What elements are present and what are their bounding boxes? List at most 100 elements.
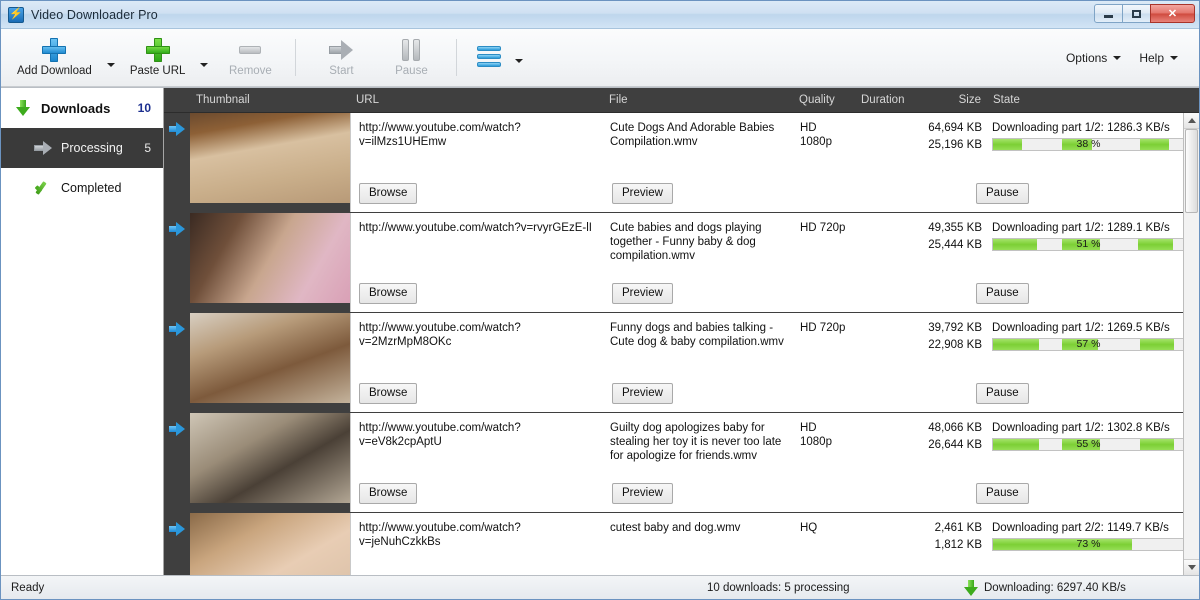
table-row[interactable]: http://www.youtube.com/watch?v=eV8k2cpAp…: [164, 413, 1183, 513]
table-row[interactable]: http://www.youtube.com/watch?v=jeNuhCzkk…: [164, 513, 1183, 575]
row-status-gutter: [164, 313, 190, 412]
paste-url-button[interactable]: Paste URL: [122, 29, 194, 86]
row-status-gutter: [164, 213, 190, 312]
help-menu[interactable]: Help: [1130, 47, 1187, 69]
add-download-button[interactable]: Add Download: [9, 29, 100, 86]
cell-quality: HD 720p: [800, 222, 846, 234]
paste-url-label: Paste URL: [129, 65, 186, 77]
browse-button[interactable]: Browse: [359, 283, 418, 304]
chevron-down-icon: [106, 63, 115, 67]
thumbnail-cell[interactable]: [190, 113, 350, 212]
plus-green-icon: [145, 37, 170, 63]
header-quality[interactable]: Quality: [793, 94, 855, 106]
status-speed: Downloading: 6297.40 KB/s: [984, 581, 1126, 594]
cell-quality: HD 1080p: [800, 122, 832, 148]
header-thumbnail[interactable]: Thumbnail: [190, 94, 350, 106]
progress-bar: 55 %: [992, 438, 1183, 451]
scroll-down-button[interactable]: [1184, 559, 1199, 575]
preview-button[interactable]: Preview: [612, 183, 673, 204]
state-text: Downloading part 2/2: 1149.7 KB/s: [992, 522, 1169, 534]
preview-button[interactable]: Preview: [612, 483, 673, 504]
table-row[interactable]: http://www.youtube.com/watch?v=rvyrGEzE-…: [164, 213, 1183, 313]
row-details: http://www.youtube.com/watch?v=ilMzs1UHE…: [350, 113, 1183, 212]
header-file[interactable]: File: [603, 94, 793, 106]
view-list-button[interactable]: [467, 29, 511, 86]
view-list-dropdown[interactable]: [511, 29, 527, 86]
right-arrow-icon: [169, 422, 185, 436]
pause-button: Pause: [376, 29, 446, 86]
vertical-scrollbar[interactable]: [1183, 113, 1199, 575]
preview-button[interactable]: Preview: [612, 283, 673, 304]
status-downloads-info: 10 downloads: 5 processing: [707, 581, 850, 594]
table-row[interactable]: http://www.youtube.com/watch?v=2MzrMpM8O…: [164, 313, 1183, 413]
sidebar-item-downloads-count: 10: [137, 101, 151, 115]
progress-bar: 73 %: [992, 538, 1183, 551]
sidebar-item-processing-label: Processing: [61, 141, 123, 155]
minimize-button[interactable]: [1094, 4, 1123, 23]
scroll-track[interactable]: [1184, 129, 1199, 559]
cell-quality: HQ: [800, 522, 818, 534]
state-text: Downloading part 1/2: 1269.5 KB/s: [992, 322, 1170, 334]
download-arrow-icon: [11, 100, 35, 116]
scroll-thumb[interactable]: [1185, 129, 1198, 213]
sidebar-item-processing[interactable]: Processing 5: [1, 128, 163, 168]
row-pause-button[interactable]: Pause: [976, 383, 1029, 404]
browse-button[interactable]: Browse: [359, 383, 418, 404]
right-arrow-icon: [31, 141, 55, 155]
size-downloaded: 26,644 KB: [928, 439, 982, 451]
row-details: http://www.youtube.com/watch?v=jeNuhCzkk…: [350, 513, 1183, 575]
thumbnail-cell[interactable]: [190, 213, 350, 312]
header-size[interactable]: Size: [915, 94, 987, 106]
sidebar-item-completed[interactable]: Completed: [1, 168, 163, 208]
progress-percent: 38 %: [1076, 138, 1101, 150]
cell-quality: HD 1080p: [800, 422, 832, 448]
cell-size: 2,461 KB 1,812 KB: [916, 513, 988, 575]
video-thumbnail-baby-on-rug-with-dog: [190, 313, 350, 403]
paste-url-dropdown[interactable]: [193, 29, 215, 86]
right-arrow-icon: [169, 522, 185, 536]
start-button: Start: [306, 29, 376, 86]
video-thumbnail-baby-in-bouncer: [190, 413, 350, 503]
chevron-down-icon: [200, 63, 209, 67]
sidebar: Downloads 10 Processing 5 Completed: [1, 88, 164, 575]
status-speed-group: Downloading: 6297.40 KB/s: [963, 579, 1193, 596]
cell-duration: [856, 213, 916, 312]
row-pause-button[interactable]: Pause: [976, 483, 1029, 504]
right-arrow-icon: [169, 322, 185, 336]
browse-button[interactable]: Browse: [359, 483, 418, 504]
thumbnail-cell[interactable]: [190, 313, 350, 412]
plus-blue-icon: [42, 37, 67, 63]
preview-button[interactable]: Preview: [612, 383, 673, 404]
sidebar-item-completed-label: Completed: [61, 181, 122, 195]
maximize-button[interactable]: [1122, 4, 1151, 23]
size-total: 64,694 KB: [928, 122, 982, 134]
cell-state: Downloading part 2/2: 1149.7 KB/s 73 %: [988, 513, 1183, 575]
video-thumbnail-baby-closeup: [190, 513, 350, 575]
remove-icon: [239, 37, 262, 63]
scroll-up-button[interactable]: [1184, 113, 1199, 129]
video-thumbnail-bulldog-and-baby: [190, 213, 350, 303]
state-text: Downloading part 1/2: 1286.3 KB/s: [992, 122, 1170, 134]
start-arrow-icon: [329, 37, 354, 63]
progress-percent: 55 %: [1076, 438, 1101, 450]
row-status-gutter: [164, 113, 190, 212]
chevron-down-icon: [1113, 55, 1122, 60]
table-row[interactable]: http://www.youtube.com/watch?v=ilMzs1UHE…: [164, 113, 1183, 213]
status-bar: Ready 10 downloads: 5 processing Downloa…: [1, 575, 1199, 599]
add-download-dropdown[interactable]: [100, 29, 122, 86]
thumbnail-cell[interactable]: [190, 513, 350, 575]
video-thumbnail-dog-hugging-baby: [190, 113, 350, 203]
close-button[interactable]: ✕: [1150, 4, 1195, 23]
thumbnail-cell[interactable]: [190, 413, 350, 512]
options-menu[interactable]: Options: [1057, 47, 1130, 69]
header-duration[interactable]: Duration: [855, 94, 915, 106]
download-arrow-icon: [963, 579, 979, 596]
header-state[interactable]: State: [987, 94, 1183, 106]
size-total: 48,066 KB: [928, 422, 982, 434]
row-pause-button[interactable]: Pause: [976, 183, 1029, 204]
browse-button[interactable]: Browse: [359, 183, 418, 204]
row-pause-button[interactable]: Pause: [976, 283, 1029, 304]
header-url[interactable]: URL: [350, 94, 603, 106]
sidebar-item-downloads[interactable]: Downloads 10: [1, 88, 163, 128]
size-downloaded: 22,908 KB: [928, 339, 982, 351]
